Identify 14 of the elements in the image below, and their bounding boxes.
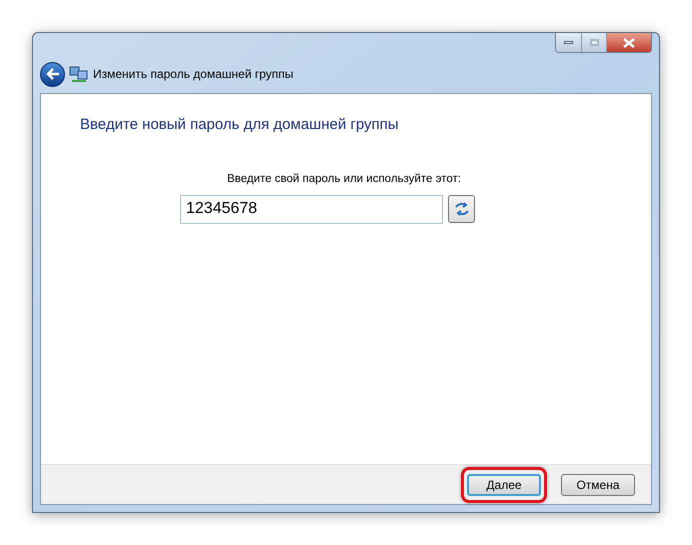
next-button[interactable]: Далее — [467, 474, 541, 496]
back-arrow-icon — [46, 68, 60, 80]
page-heading: Введите новый пароль для домашней группы — [80, 115, 400, 135]
password-label: Введите свой пароль или используйте этот: — [227, 172, 461, 186]
network-icon — [69, 65, 89, 83]
close-button[interactable] — [607, 33, 651, 52]
cancel-button[interactable]: Отмена — [561, 474, 635, 496]
minimize-button[interactable] — [556, 33, 582, 52]
password-field[interactable]: 12345678 — [180, 194, 443, 224]
back-button[interactable] — [40, 62, 65, 86]
swap-arrows-icon — [454, 202, 470, 216]
close-icon — [623, 38, 635, 48]
refresh-password-button[interactable] — [448, 194, 475, 223]
window-title: Изменить пароль домашней группы — [93, 66, 294, 83]
